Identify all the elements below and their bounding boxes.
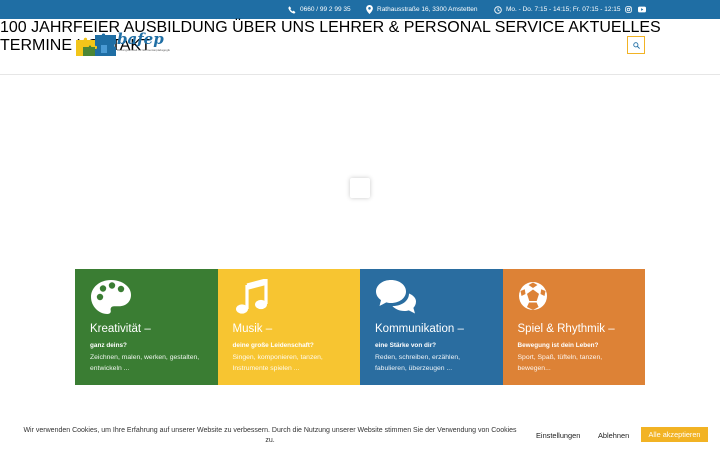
hours-text: Mo. - Do. 7:15 - 14:15; Fr. 07:15 - 12:1… [506,6,621,13]
card-musik[interactable]: Musik – deine große Leidenschaft? Singen… [217,269,360,385]
cookie-settings-button[interactable]: Einstellungen [536,428,580,443]
card-subtitle: Bewegung ist dein Leben? [517,342,599,349]
cookie-notice-text: Wir verwenden Cookies, um Ihre Erfahrung… [23,427,517,444]
site-header: bafep Bildungsanstalt für Elementarpädag… [0,19,720,75]
phone-info[interactable]: 0660 / 99 2 99 35 [288,0,351,19]
nav-item-aktuelles[interactable]: AKTUELLES [568,19,660,36]
nav-item-termine[interactable]: TERMINE [0,37,72,54]
soccer-ball-icon [518,279,560,315]
card-description: Zeichnen, malen, werken, gestalten, entw… [90,354,200,372]
site-logo[interactable]: bafep Bildungsanstalt für Elementarpädag… [75,30,171,58]
instagram-link[interactable] [625,0,632,19]
card-kreativitaet[interactable]: Kreativität – ganz deins? Zeichnen, male… [75,269,218,385]
phone-icon [288,5,296,14]
top-info-bar: 0660 / 99 2 99 35 Rathausstraße 16, 3300… [0,0,720,19]
card-description: Singen, komponieren, tanzen, Instrumente… [232,354,323,372]
palette-icon [90,279,132,315]
puzzle-logo-icon [76,33,116,56]
address-text: Rathausstraße 16, 3300 Amstetten [377,6,478,13]
phone-number[interactable]: 0660 / 99 2 99 35 [300,6,351,13]
music-note-icon [233,277,275,315]
card-subtitle: eine Stärke von dir? [375,342,437,349]
slider-loading-indicator [350,178,370,198]
card-title: Kreativität – [90,323,151,335]
card-title: Spiel & Rhythmik – [517,323,615,335]
feature-cards: Kreativität – ganz deins? Zeichnen, male… [75,269,645,385]
cookie-decline-button[interactable]: Ablehnen [598,428,629,443]
chat-bubbles-icon [375,279,417,315]
clock-icon [494,5,502,14]
search-icon[interactable] [632,36,640,54]
cookie-banner: Wir verwenden Cookies, um Ihre Erfahrung… [0,420,720,450]
hours-info: Mo. - Do. 7:15 - 14:15; Fr. 07:15 - 12:1… [494,0,621,19]
nav-item-ueber-uns[interactable]: ÜBER UNS [232,19,315,36]
hero-slider [0,76,720,269]
card-title: Musik – [232,323,273,335]
card-description: Sport, Spaß, tüfteln, tanzen, bewegen... [517,354,603,372]
logo-wordmark: bafep [117,30,164,48]
card-kommunikation[interactable]: Kommunikation – eine Stärke von dir? Red… [360,269,503,385]
instagram-icon[interactable] [625,6,632,13]
nav-item-service[interactable]: SERVICE [495,19,565,36]
cookie-accept-all-button[interactable]: Alle akzeptieren [641,427,708,442]
youtube-icon[interactable] [638,6,646,13]
nav-item-lehrer-personal[interactable]: LEHRER & PERSONAL [319,19,490,36]
card-description: Reden, schreiben, erzählen, fabulieren, … [375,354,461,372]
youtube-link[interactable] [638,0,646,19]
card-subtitle: deine große Leidenschaft? [232,342,314,349]
map-marker-icon [366,5,373,14]
search-button[interactable] [627,36,645,54]
card-subtitle: ganz deins? [90,342,127,349]
logo-tagline: Bildungsanstalt für Elementarpädagogik [117,48,171,52]
address-info: Rathausstraße 16, 3300 Amstetten [366,0,477,19]
card-title: Kommunikation – [375,323,464,335]
card-spiel-rhythmik[interactable]: Spiel & Rhythmik – Bewegung ist dein Leb… [502,269,645,385]
